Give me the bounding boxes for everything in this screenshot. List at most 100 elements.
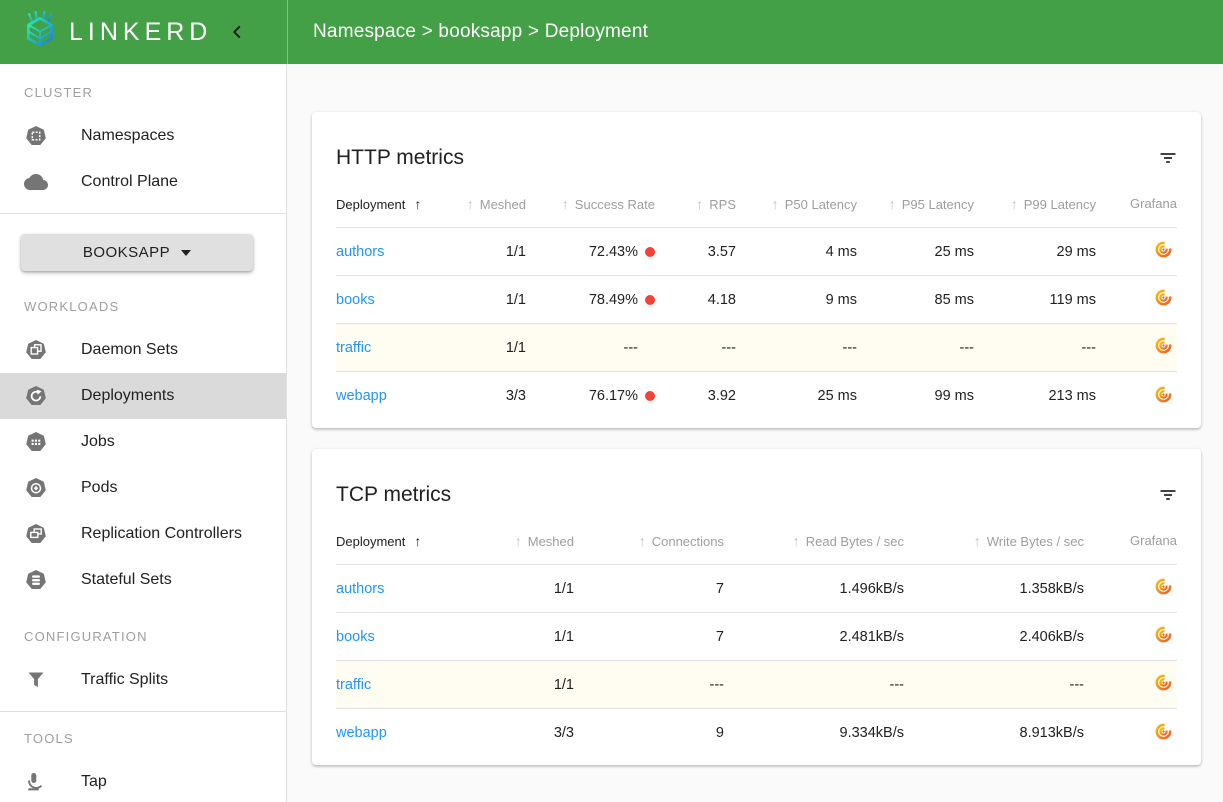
table-row: traffic 1/1 --- --- --- [336, 661, 1177, 709]
section-label-workloads: WORKLOADS [0, 300, 286, 313]
sidebar: CLUSTER Namespaces Control Plane BOOKSAP… [0, 64, 287, 802]
http-metrics-card: HTTP metrics Deployment↑ ↑Meshed ↑Succes… [312, 112, 1201, 428]
funnel-icon [24, 668, 48, 692]
sort-arrow-icon: ↑ [974, 533, 981, 549]
tcp-col-read-bytes[interactable]: ↑Read Bytes / sec [724, 533, 904, 549]
sort-arrow-icon: ↑ [772, 196, 779, 212]
http-filter-button[interactable] [1159, 145, 1177, 171]
status-dot [645, 247, 655, 257]
http-col-rps[interactable]: ↑RPS [655, 196, 736, 212]
filter-list-icon [1159, 149, 1177, 167]
sidebar-item-tap[interactable]: Tap [0, 759, 286, 802]
http-col-grafana: Grafana [1096, 196, 1177, 211]
table-row: books 1/1 78.49% 4.18 9 ms 85 ms 119 ms [336, 276, 1177, 324]
tcp-metrics-title: TCP metrics [336, 483, 451, 507]
stateful-sets-icon [24, 568, 48, 592]
sidebar-item-daemon-sets[interactable]: Daemon Sets [0, 327, 286, 373]
deployment-link[interactable]: webapp [336, 388, 387, 404]
sort-arrow-icon: ↑ [414, 196, 421, 212]
deployment-link[interactable]: authors [336, 244, 384, 260]
status-dot [645, 295, 655, 305]
sort-arrow-icon: ↑ [1011, 196, 1018, 212]
grafana-icon[interactable] [1155, 723, 1172, 744]
grafana-icon[interactable] [1155, 674, 1172, 695]
sidebar-item-pods[interactable]: Pods [0, 465, 286, 511]
sidebar-item-namespaces[interactable]: Namespaces [0, 113, 286, 159]
tap-icon [24, 770, 48, 794]
tcp-col-connections[interactable]: ↑Connections [574, 533, 724, 549]
linkerd-logo-icon[interactable] [20, 10, 60, 55]
sort-arrow-icon: ↑ [467, 196, 474, 212]
sidebar-item-stateful-sets[interactable]: Stateful Sets [0, 557, 286, 603]
filter-list-icon [1159, 486, 1177, 504]
deployment-link[interactable]: books [336, 292, 375, 308]
table-row: webapp 3/3 9 9.334kB/s 8.913kB/s [336, 709, 1177, 757]
deployment-link[interactable]: webapp [336, 725, 387, 741]
sort-arrow-icon: ↑ [889, 196, 896, 212]
table-row: webapp 3/3 76.17% 3.92 25 ms 99 ms 213 m… [336, 372, 1177, 420]
namespace-selector-button[interactable]: BOOKSAPP [21, 234, 253, 271]
grafana-icon[interactable] [1155, 386, 1172, 407]
main-content: HTTP metrics Deployment↑ ↑Meshed ↑Succes… [287, 64, 1223, 802]
chevron-left-icon [226, 21, 248, 43]
cloud-icon [24, 170, 48, 194]
grafana-icon[interactable] [1155, 289, 1172, 310]
table-row: authors 1/1 7 1.496kB/s 1.358kB/s [336, 565, 1177, 613]
sidebar-item-jobs[interactable]: Jobs [0, 419, 286, 465]
tcp-col-grafana: Grafana [1084, 533, 1177, 548]
http-col-p95[interactable]: ↑P95 Latency [857, 196, 974, 212]
tcp-filter-button[interactable] [1159, 482, 1177, 508]
sidebar-item-traffic-splits[interactable]: Traffic Splits [0, 657, 286, 703]
http-col-deployment[interactable]: Deployment↑ [336, 196, 431, 212]
sort-arrow-icon: ↑ [696, 196, 703, 212]
section-label-cluster: CLUSTER [0, 86, 286, 99]
tcp-metrics-card: TCP metrics Deployment↑ ↑Meshed ↑Connect… [312, 449, 1201, 765]
tcp-col-deployment[interactable]: Deployment↑ [336, 533, 434, 549]
logo-area: LINKERD [0, 0, 287, 64]
daemon-sets-icon [24, 338, 48, 362]
http-col-meshed[interactable]: ↑Meshed [431, 196, 526, 212]
table-row: books 1/1 7 2.481kB/s 2.406kB/s [336, 613, 1177, 661]
sort-arrow-icon: ↑ [562, 196, 569, 212]
sort-arrow-icon: ↑ [793, 533, 800, 549]
http-metrics-title: HTTP metrics [336, 146, 464, 170]
deployment-link[interactable]: books [336, 629, 375, 645]
sidebar-item-control-plane[interactable]: Control Plane [0, 159, 286, 205]
app-bar: LINKERD Namespace > booksapp > Deploymen… [0, 0, 1223, 64]
http-col-p50[interactable]: ↑P50 Latency [736, 196, 857, 212]
grafana-icon[interactable] [1155, 578, 1172, 599]
sidebar-item-deployments[interactable]: Deployments [0, 373, 286, 419]
grafana-icon[interactable] [1155, 337, 1172, 358]
sort-arrow-icon: ↑ [515, 533, 522, 549]
http-col-success-rate[interactable]: ↑Success Rate [526, 196, 655, 212]
tcp-col-write-bytes[interactable]: ↑Write Bytes / sec [904, 533, 1084, 549]
caret-down-icon [181, 250, 191, 256]
deployment-link[interactable]: traffic [336, 677, 371, 693]
section-label-tools: TOOLS [0, 732, 286, 745]
replication-controllers-icon [24, 522, 48, 546]
grafana-icon[interactable] [1155, 626, 1172, 647]
breadcrumb-bar: Namespace > booksapp > Deployment [287, 0, 1223, 64]
sidebar-divider [0, 711, 286, 712]
sidebar-item-replication-controllers[interactable]: Replication Controllers [0, 511, 286, 557]
pods-icon [24, 476, 48, 500]
deployments-icon [24, 384, 48, 408]
sidebar-collapse-button[interactable] [224, 19, 250, 45]
sort-arrow-icon: ↑ [414, 533, 421, 549]
breadcrumb: Namespace > booksapp > Deployment [313, 21, 648, 43]
logo-wordmark: LINKERD [69, 18, 212, 47]
deployment-link[interactable]: authors [336, 581, 384, 597]
tcp-col-meshed[interactable]: ↑Meshed [434, 533, 574, 549]
table-row: authors 1/1 72.43% 3.57 4 ms 25 ms 29 ms [336, 228, 1177, 276]
tcp-table-header: Deployment↑ ↑Meshed ↑Connections ↑Read B… [336, 517, 1177, 565]
deployment-link[interactable]: traffic [336, 340, 371, 356]
table-row: traffic 1/1 --- --- --- --- --- [336, 324, 1177, 372]
http-col-p99[interactable]: ↑P99 Latency [974, 196, 1096, 212]
status-dot [645, 391, 655, 401]
sidebar-divider [0, 213, 286, 214]
jobs-icon [24, 430, 48, 454]
http-table-header: Deployment↑ ↑Meshed ↑Success Rate ↑RPS ↑… [336, 180, 1177, 228]
grafana-icon[interactable] [1155, 241, 1172, 262]
namespaces-icon [24, 124, 48, 148]
section-label-configuration: CONFIGURATION [0, 630, 286, 643]
